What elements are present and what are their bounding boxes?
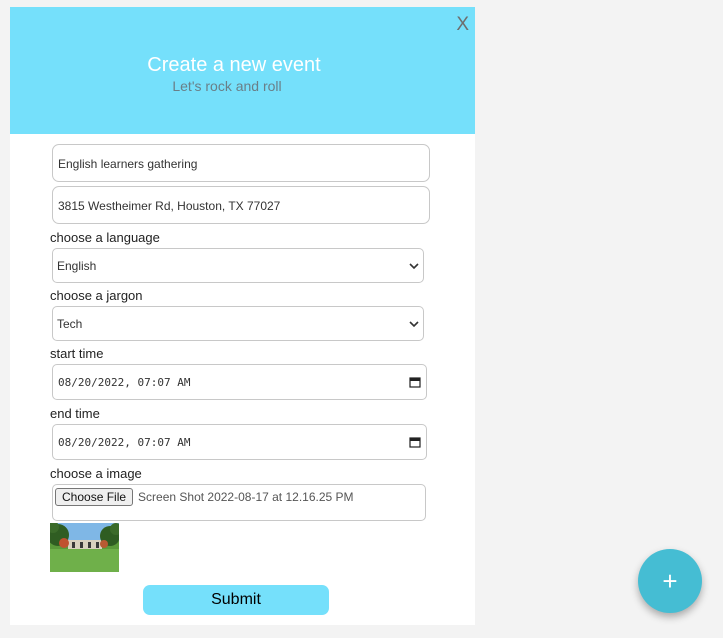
create-event-modal: X Create a new event Let's rock and roll… <box>10 7 475 625</box>
image-preview <box>50 523 119 572</box>
language-value: English <box>57 258 97 273</box>
modal-header: X Create a new event Let's rock and roll <box>10 7 475 134</box>
event-name-field[interactable] <box>52 144 430 183</box>
end-time-input[interactable]: 08/20/2022, 07:07 AM <box>52 424 427 460</box>
start-time-label: start time <box>50 346 104 361</box>
start-time-value: 08/20/2022, 07:07 AM <box>58 375 191 389</box>
jargon-label: choose a jargon <box>50 288 143 303</box>
choose-file-button[interactable]: Choose File <box>55 488 134 506</box>
end-time-label: end time <box>50 406 100 421</box>
image-file-input[interactable]: Choose File Screen Shot 2022-08-17 at 12… <box>52 484 426 521</box>
chevron-down-icon <box>409 262 419 269</box>
file-name: Screen Shot 2022-08-17 at 12.16.25 PM <box>138 490 354 504</box>
language-label: choose a language <box>50 230 160 245</box>
close-button[interactable]: X <box>456 15 469 34</box>
modal-title: Create a new event <box>147 54 321 76</box>
calendar-icon[interactable] <box>409 376 421 388</box>
address-field[interactable] <box>52 186 430 225</box>
modal-subtitle: Let's rock and roll <box>172 78 282 94</box>
calendar-icon[interactable] <box>409 436 421 448</box>
jargon-select[interactable]: Tech <box>52 306 424 341</box>
end-time-value: 08/20/2022, 07:07 AM <box>58 435 191 449</box>
start-time-input[interactable]: 08/20/2022, 07:07 AM <box>52 364 427 400</box>
submit-button[interactable]: Submit <box>143 585 329 615</box>
language-select[interactable]: English <box>52 248 424 283</box>
address-input[interactable] <box>56 187 430 225</box>
add-event-button[interactable]: + <box>638 549 702 613</box>
plus-icon: + <box>662 565 678 596</box>
jargon-value: Tech <box>57 316 83 331</box>
chevron-down-icon <box>409 320 419 327</box>
image-label: choose a image <box>50 466 142 481</box>
event-name-input[interactable] <box>56 145 430 183</box>
